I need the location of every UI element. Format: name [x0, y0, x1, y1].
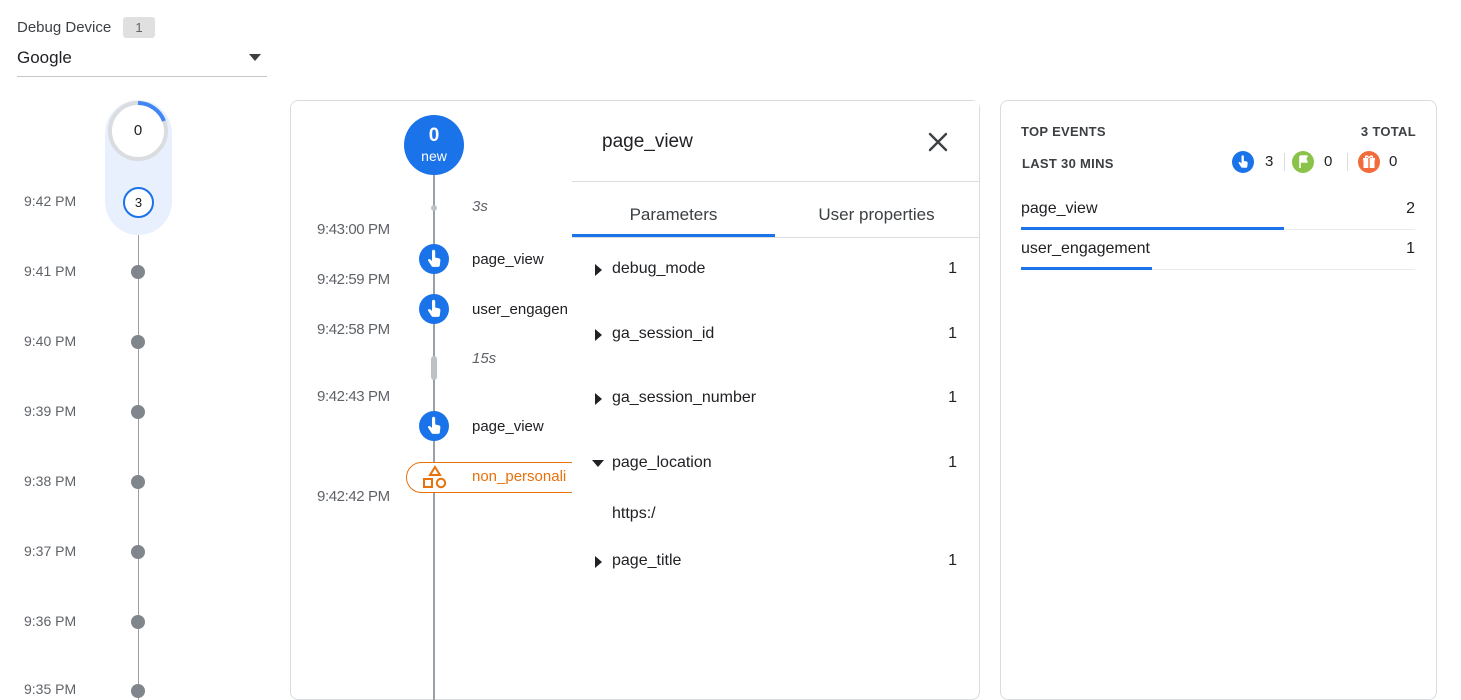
new-events-bubble[interactable]: 0 new — [404, 115, 464, 175]
event-type-pointer-icon[interactable] — [419, 244, 449, 274]
minute-label: 9:40 PM — [24, 333, 77, 349]
event-item-name[interactable]: page_view — [472, 251, 544, 268]
minute-label: 9:37 PM — [24, 543, 77, 559]
debug-device-label: Debug Device — [17, 19, 112, 36]
parameter-row-expanded[interactable]: page_location 1 — [572, 451, 979, 477]
event-timestamp: 9:42:59 PM — [317, 271, 390, 288]
minute-label: 9:38 PM — [24, 473, 77, 489]
event-timestamp: 9:42:43 PM — [317, 388, 390, 405]
top-event-share-bar — [1021, 227, 1284, 230]
new-events-count: 0 — [428, 125, 440, 146]
minute-label: 9:35 PM — [24, 681, 77, 697]
event-timestamp: 9:42:42 PM — [317, 488, 390, 505]
gap-duration: 15s — [472, 350, 497, 367]
flag-icon — [1292, 151, 1314, 173]
close-button[interactable] — [925, 129, 951, 155]
type-separator — [1347, 153, 1348, 171]
event-item-name[interactable]: page_view — [472, 418, 544, 435]
parameter-row[interactable]: debug_mode 1 — [572, 257, 979, 283]
event-timestamp: 9:43:00 PM — [317, 221, 390, 238]
top-event-name: user_engagement — [1021, 240, 1150, 257]
minute-dot[interactable] — [131, 545, 145, 559]
top-event-count: 2 — [1406, 200, 1415, 217]
top-event-count: 1 — [1406, 240, 1415, 257]
minute-label: 9:36 PM — [24, 613, 77, 629]
minute-dot[interactable] — [131, 265, 145, 279]
parameter-name: debug_mode — [612, 260, 706, 277]
minute-label: 9:41 PM — [24, 263, 77, 279]
event-item-conversion[interactable]: non_personali — [406, 462, 586, 493]
event-type-count: 0 — [1389, 153, 1398, 170]
parameter-name: ga_session_id — [612, 325, 715, 342]
dropdown-caret-icon — [249, 54, 261, 61]
event-type-count: 0 — [1324, 153, 1333, 170]
new-events-label: new — [421, 148, 447, 164]
detail-header-divider — [572, 181, 979, 182]
parameter-name: ga_session_number — [612, 389, 757, 406]
gift-icon — [1358, 151, 1380, 173]
gap-marker — [431, 205, 437, 211]
type-separator — [1284, 153, 1285, 171]
pointer-icon — [1232, 151, 1254, 173]
seconds-progress-arc — [137, 101, 166, 122]
seconds-counter-ring: 0 — [108, 101, 168, 161]
close-icon — [928, 132, 948, 152]
top-events-panel: TOP EVENTS 3 TOTAL LAST 30 MINS 3 0 0 pa… — [1000, 100, 1437, 700]
minute-dot[interactable] — [131, 684, 145, 698]
minute-dot[interactable] — [131, 335, 145, 349]
minute-dot[interactable] — [131, 405, 145, 419]
parameter-value: https:/ — [612, 505, 656, 522]
parameter-row[interactable]: ga_session_number 1 — [572, 386, 979, 412]
event-detail-panel: page_view Parameters User properties deb… — [572, 101, 979, 691]
event-detail-title: page_view — [602, 131, 693, 152]
expand-arrow-icon — [595, 329, 602, 341]
minute-label-current: 9:42 PM — [24, 193, 77, 209]
tab-parameters[interactable]: Parameters — [572, 197, 775, 237]
event-type-pointer-icon[interactable] — [419, 294, 449, 324]
parameter-row[interactable]: ga_session_id 1 — [572, 322, 979, 348]
gap-marker — [431, 356, 437, 380]
top-event-row[interactable]: page_view 2 — [1021, 200, 1415, 230]
event-timestamp: 9:42:58 PM — [317, 321, 390, 338]
top-event-row[interactable]: user_engagement 1 — [1021, 240, 1415, 270]
parameter-count: 1 — [948, 552, 957, 569]
minute-dot[interactable] — [131, 615, 145, 629]
parameter-row[interactable]: page_title 1 — [572, 549, 979, 575]
shapes-icon — [423, 465, 447, 489]
parameter-count: 1 — [948, 454, 957, 471]
parameter-count: 1 — [948, 260, 957, 277]
event-item-name[interactable]: user_engagen — [472, 301, 568, 318]
debug-device-dropdown[interactable]: Google — [17, 44, 267, 77]
parameter-name: page_title — [612, 552, 682, 569]
top-events-period: LAST 30 MINS — [1022, 156, 1114, 171]
tab-bar-divider — [572, 237, 979, 238]
expand-arrow-icon — [595, 393, 602, 405]
top-events-title: TOP EVENTS — [1021, 124, 1106, 139]
current-minute-event-count[interactable]: 3 — [123, 187, 154, 218]
event-type-pointer-icon[interactable] — [419, 411, 449, 441]
minute-label: 9:39 PM — [24, 403, 77, 419]
parameter-count: 1 — [948, 389, 957, 406]
debug-device-selected-value: Google — [17, 48, 72, 67]
event-type-count: 3 — [1265, 153, 1274, 170]
event-item-name: non_personali — [472, 468, 567, 485]
gap-duration: 3s — [472, 198, 488, 215]
expand-arrow-icon — [595, 264, 602, 276]
top-event-name: page_view — [1021, 200, 1098, 217]
parameter-count: 1 — [948, 325, 957, 342]
top-event-share-bar — [1021, 267, 1153, 270]
parameter-name: page_location — [612, 454, 712, 471]
minute-dot[interactable] — [131, 475, 145, 489]
top-events-total: 3 TOTAL — [1360, 124, 1416, 139]
collapse-arrow-icon — [592, 460, 604, 467]
tab-user-properties[interactable]: User properties — [775, 197, 978, 237]
debug-device-count-badge: 1 — [123, 17, 155, 38]
expand-arrow-icon — [595, 556, 602, 568]
